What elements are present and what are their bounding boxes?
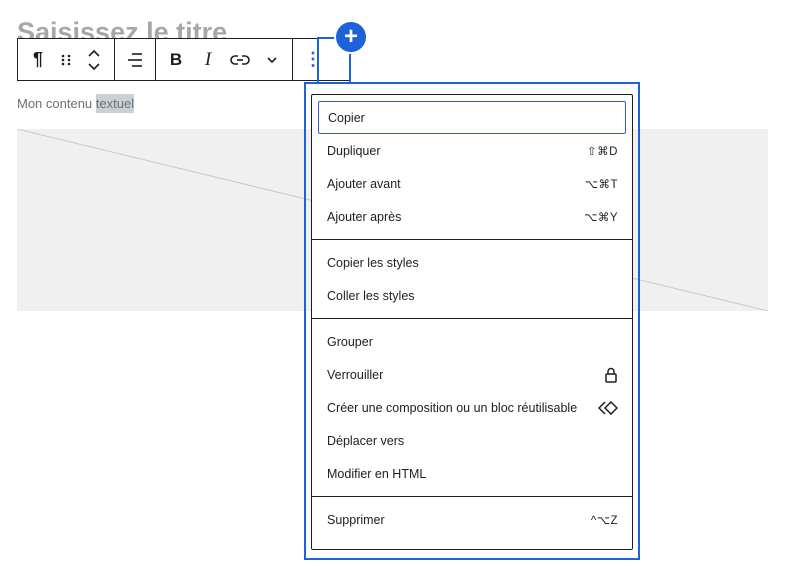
menu-item-label: Dupliquer xyxy=(327,143,381,158)
menu-item-label: Supprimer xyxy=(327,512,385,527)
more-options-icon[interactable]: ⋮ xyxy=(299,39,327,80)
menu-item-create-pattern[interactable]: Créer une composition ou un bloc réutili… xyxy=(318,391,626,424)
lock-icon xyxy=(604,367,618,383)
menu-item-copy[interactable]: Copier xyxy=(318,101,626,134)
menu-item-insert-after[interactable]: Ajouter après ⌥⌘Y xyxy=(318,200,626,233)
link-icon[interactable] xyxy=(226,39,254,80)
focus-connector-top xyxy=(317,37,335,39)
italic-icon[interactable]: I xyxy=(194,39,222,80)
menu-item-label: Créer une composition ou un bloc réutili… xyxy=(327,400,578,415)
menu-item-label: Ajouter après xyxy=(327,209,402,224)
menu-group-block: Grouper Verrouiller Créer une compositio… xyxy=(312,319,632,497)
menu-item-copy-styles[interactable]: Copier les styles xyxy=(318,246,626,279)
add-block-button[interactable]: + xyxy=(334,20,368,54)
paragraph-icon[interactable]: ¶ xyxy=(24,39,52,80)
toolbar-group-more: ⋮ xyxy=(293,39,333,80)
menu-item-paste-styles[interactable]: Coller les styles xyxy=(318,279,626,312)
focus-connector-left xyxy=(317,37,319,82)
block-toolbar: ¶ B I ⋮ xyxy=(17,38,351,81)
menu-item-edit-html[interactable]: Modifier en HTML xyxy=(318,457,626,490)
bold-icon[interactable]: B xyxy=(162,39,190,80)
menu-item-label: Copier les styles xyxy=(327,255,419,270)
chevron-down-icon[interactable] xyxy=(258,39,286,80)
align-icon[interactable] xyxy=(121,39,149,80)
menu-item-shortcut: ^⌥Z xyxy=(590,514,618,527)
menu-group-delete: Supprimer ^⌥Z xyxy=(312,497,632,542)
toolbar-group-format: B I xyxy=(156,39,293,80)
menu-item-move-to[interactable]: Déplacer vers xyxy=(318,424,626,457)
menu-item-lock[interactable]: Verrouiller xyxy=(318,358,626,391)
paragraph-content[interactable]: Mon contenu textuel xyxy=(17,94,135,113)
menu-item-label: Déplacer vers xyxy=(327,433,405,448)
menu-item-shortcut: ⌥⌘Y xyxy=(584,211,618,224)
content-text: Mon contenu xyxy=(17,96,96,111)
toolbar-group-align xyxy=(115,39,156,80)
menu-group-edit: Copier Dupliquer ⇧⌘D Ajouter avant ⌥⌘T A… xyxy=(312,95,632,240)
drag-handle-icon[interactable] xyxy=(52,39,80,80)
menu-item-label: Modifier en HTML xyxy=(327,466,427,481)
symbol-icon xyxy=(598,400,618,415)
menu-item-insert-before[interactable]: Ajouter avant ⌥⌘T xyxy=(318,167,626,200)
selected-text: textuel xyxy=(95,94,135,113)
menu-item-duplicate[interactable]: Dupliquer ⇧⌘D xyxy=(318,134,626,167)
move-up-down-icon[interactable] xyxy=(80,39,108,80)
menu-item-delete[interactable]: Supprimer ^⌥Z xyxy=(318,503,626,536)
menu-item-label: Grouper xyxy=(327,334,373,349)
toolbar-group-block: ¶ xyxy=(18,39,115,80)
menu-item-label: Ajouter avant xyxy=(327,176,401,191)
menu-item-shortcut: ⌥⌘T xyxy=(584,178,618,191)
menu-group-styles: Copier les styles Coller les styles xyxy=(312,240,632,319)
block-options-menu: Copier Dupliquer ⇧⌘D Ajouter avant ⌥⌘T A… xyxy=(311,94,633,550)
menu-item-label: Copier xyxy=(328,110,365,125)
menu-item-label: Verrouiller xyxy=(327,367,384,382)
menu-item-label: Coller les styles xyxy=(327,288,415,303)
menu-item-group[interactable]: Grouper xyxy=(318,325,626,358)
menu-item-shortcut: ⇧⌘D xyxy=(587,145,618,158)
